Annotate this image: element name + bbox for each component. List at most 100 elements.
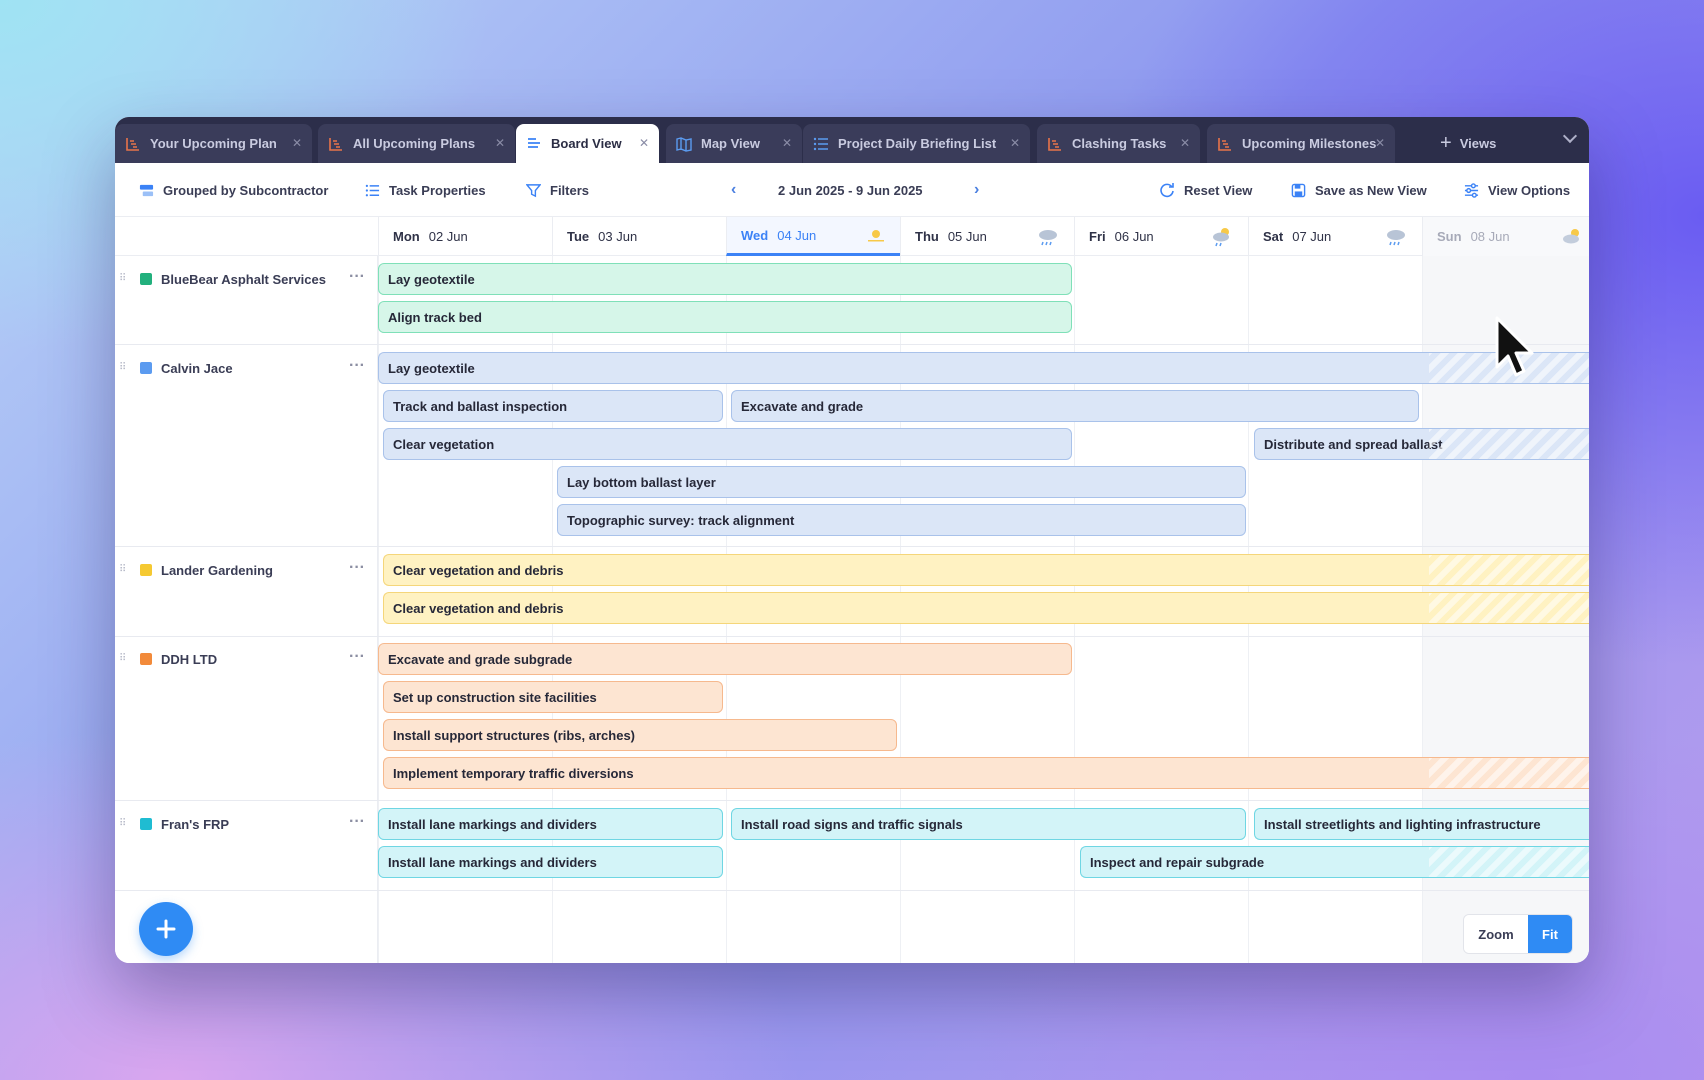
- save-icon: [1291, 183, 1306, 197]
- task-label: Lay bottom ballast layer: [567, 474, 716, 490]
- task-bar[interactable]: Lay geotextile: [378, 263, 1072, 295]
- drag-handle-icon[interactable]: ⠿: [119, 273, 126, 284]
- task-label: Excavate and grade subgrade: [388, 651, 573, 667]
- tab-project-daily-briefing-list[interactable]: Project Daily Briefing List ✕: [803, 124, 1030, 163]
- tab-map-view[interactable]: Map View ✕: [666, 124, 802, 163]
- color-swatch: [140, 564, 152, 576]
- day-column-sat: Sat 07 Jun: [1248, 217, 1423, 256]
- chevron-down-icon[interactable]: [1562, 128, 1578, 144]
- add-view-button[interactable]: + Views: [1440, 124, 1496, 163]
- drag-handle-icon[interactable]: ⠿: [119, 362, 126, 373]
- task-bar[interactable]: Install lane markings and dividers: [378, 808, 723, 840]
- tab-label: Your Upcoming Plan: [150, 136, 277, 151]
- day-column-thu: Thu 05 Jun: [900, 217, 1075, 256]
- more-icon[interactable]: ···: [349, 357, 365, 375]
- drag-handle-icon[interactable]: ⠿: [119, 564, 126, 575]
- color-swatch: [140, 362, 152, 374]
- task-bar[interactable]: Lay geotextile: [378, 352, 1589, 384]
- tab-upcoming-milestones[interactable]: Upcoming Milestones ✕: [1207, 124, 1395, 163]
- tab-all-upcoming-plans[interactable]: All Upcoming Plans ✕: [318, 124, 515, 163]
- group-label-ddh-ltd[interactable]: DDH LTD: [140, 649, 217, 669]
- add-task-button[interactable]: [139, 902, 193, 956]
- task-bar[interactable]: Install support structures (ribs, arches…: [383, 719, 897, 751]
- view-options-button[interactable]: View Options: [1464, 163, 1570, 217]
- fit-button[interactable]: Fit: [1528, 915, 1572, 953]
- task-bar[interactable]: Install road signs and traffic signals: [731, 808, 1246, 840]
- grouped-by-button[interactable]: Grouped by Subcontractor: [139, 163, 328, 217]
- group-label-calvin-jace[interactable]: Calvin Jace: [140, 358, 233, 378]
- zoom-button[interactable]: Zoom: [1464, 915, 1528, 953]
- task-bar[interactable]: Install streetlights and lighting infras…: [1254, 808, 1589, 840]
- board-grid: ⠿ BlueBear Asphalt Services ··· Lay geot…: [115, 256, 1589, 963]
- save-new-view-button[interactable]: Save as New View: [1291, 163, 1427, 217]
- task-bar[interactable]: Align track bed: [378, 301, 1072, 333]
- gantt-icon: [1218, 137, 1231, 151]
- reset-view-button[interactable]: Reset View: [1159, 163, 1252, 217]
- close-icon[interactable]: ✕: [292, 136, 302, 150]
- day-date: 07 Jun: [1292, 229, 1332, 244]
- sliders-icon: [1464, 182, 1479, 198]
- tab-board-view[interactable]: Board View ✕: [516, 124, 659, 163]
- task-bar[interactable]: Implement temporary traffic diversions: [383, 757, 1589, 789]
- close-icon[interactable]: ✕: [782, 136, 792, 150]
- task-label: Distribute and spread ballast: [1264, 436, 1443, 452]
- task-bar[interactable]: Inspect and repair subgrade: [1080, 846, 1589, 878]
- list-icon: [365, 184, 380, 196]
- group-name: BlueBear Asphalt Services: [161, 271, 326, 287]
- close-icon[interactable]: ✕: [1180, 136, 1190, 150]
- day-column-wed: Wed 04 Jun: [726, 217, 901, 256]
- next-week-button[interactable]: ›: [974, 181, 979, 199]
- fit-label: Fit: [1542, 926, 1558, 942]
- tab-your-upcoming-plan[interactable]: Your Upcoming Plan ✕: [115, 124, 312, 163]
- task-bar[interactable]: Install lane markings and dividers: [378, 846, 723, 878]
- prev-week-button[interactable]: ‹: [731, 181, 736, 199]
- task-bar[interactable]: Clear vegetation and debris: [383, 592, 1589, 624]
- color-swatch: [140, 653, 152, 665]
- drag-handle-icon[interactable]: ⠿: [119, 818, 126, 829]
- task-label: Clear vegetation and debris: [393, 600, 564, 616]
- task-bar[interactable]: Excavate and grade: [731, 390, 1419, 422]
- task-bar[interactable]: Lay bottom ballast layer: [557, 466, 1246, 498]
- day-name: Thu: [915, 229, 939, 244]
- close-icon[interactable]: ✕: [495, 136, 505, 150]
- tab-clashing-tasks[interactable]: Clashing Tasks ✕: [1037, 124, 1200, 163]
- day-name: Tue: [567, 229, 590, 244]
- close-icon[interactable]: ✕: [1375, 136, 1385, 150]
- close-icon[interactable]: ✕: [1010, 136, 1020, 150]
- day-name: Fri: [1089, 229, 1106, 244]
- task-bar[interactable]: Clear vegetation: [383, 428, 1072, 460]
- group-name: Lander Gardening: [161, 562, 273, 578]
- group-label-lander-gardening[interactable]: Lander Gardening: [140, 560, 273, 580]
- task-label: Install support structures (ribs, arches…: [393, 727, 636, 743]
- task-bar[interactable]: Clear vegetation and debris: [383, 554, 1589, 586]
- day-name: Sat: [1263, 229, 1284, 244]
- more-icon[interactable]: ···: [349, 648, 365, 666]
- tab-label: Map View: [701, 136, 761, 151]
- day-date: 04 Jun: [777, 227, 817, 243]
- filters-button[interactable]: Filters: [526, 163, 589, 217]
- task-bar[interactable]: Track and ballast inspection: [383, 390, 723, 422]
- group-icon: [139, 184, 154, 196]
- task-label: Clear vegetation: [393, 436, 495, 452]
- task-properties-button[interactable]: Task Properties: [365, 163, 486, 217]
- tab-label: Clashing Tasks: [1072, 136, 1167, 151]
- more-icon[interactable]: ···: [349, 813, 365, 831]
- more-icon[interactable]: ···: [349, 559, 365, 577]
- drag-handle-icon[interactable]: ⠿: [119, 653, 126, 664]
- task-bar[interactable]: Set up construction site facilities: [383, 681, 723, 713]
- task-bar[interactable]: Topographic survey: track alignment: [557, 504, 1246, 536]
- close-icon[interactable]: ✕: [639, 136, 649, 150]
- list-icon: [813, 137, 828, 150]
- task-bar[interactable]: Excavate and grade subgrade: [378, 643, 1072, 675]
- day-column-tue: Tue 03 Jun: [552, 217, 727, 256]
- day-column-fri: Fri 06 Jun: [1074, 217, 1249, 256]
- task-label: Install road signs and traffic signals: [741, 816, 963, 832]
- task-bar[interactable]: Distribute and spread ballast: [1254, 428, 1589, 460]
- toolbar: Grouped by Subcontractor Task Properties…: [115, 163, 1589, 217]
- refresh-icon: [1160, 183, 1174, 198]
- day-date: 03 Jun: [598, 229, 638, 244]
- gantt-icon: [1048, 137, 1061, 151]
- group-label-bluebear[interactable]: BlueBear Asphalt Services: [140, 269, 326, 289]
- group-label-frans-frp[interactable]: Fran's FRP: [140, 814, 229, 834]
- more-icon[interactable]: ···: [349, 268, 365, 286]
